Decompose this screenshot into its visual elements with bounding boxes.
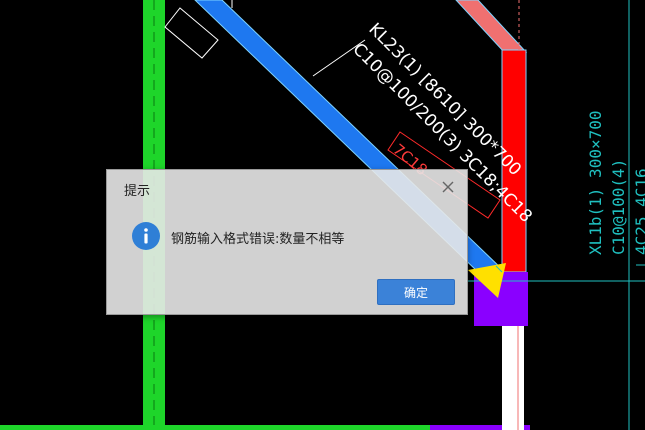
side-label-line3: 4C25 4C16 — [632, 168, 645, 255]
dialog-title: 提示 — [124, 184, 151, 199]
close-button[interactable] — [437, 176, 459, 198]
bottom-green-beam[interactable] — [0, 425, 430, 430]
ok-button[interactable]: 确定 — [377, 279, 455, 305]
side-label-line1: XL1b(1) 300×700 — [586, 111, 605, 256]
rotated-outline-box — [164, 7, 219, 59]
dialog-message: 钢筋输入格式错误:数量不相等 — [171, 232, 345, 247]
close-icon — [442, 181, 454, 193]
side-label-line2: C10@100(4) — [609, 159, 628, 255]
diagonal-salmon-beam[interactable] — [455, 0, 528, 53]
error-dialog: 提示 钢筋输入格式错误:数量不相等 确定 — [106, 169, 468, 315]
info-icon — [132, 222, 160, 250]
white-column[interactable] — [502, 326, 524, 430]
